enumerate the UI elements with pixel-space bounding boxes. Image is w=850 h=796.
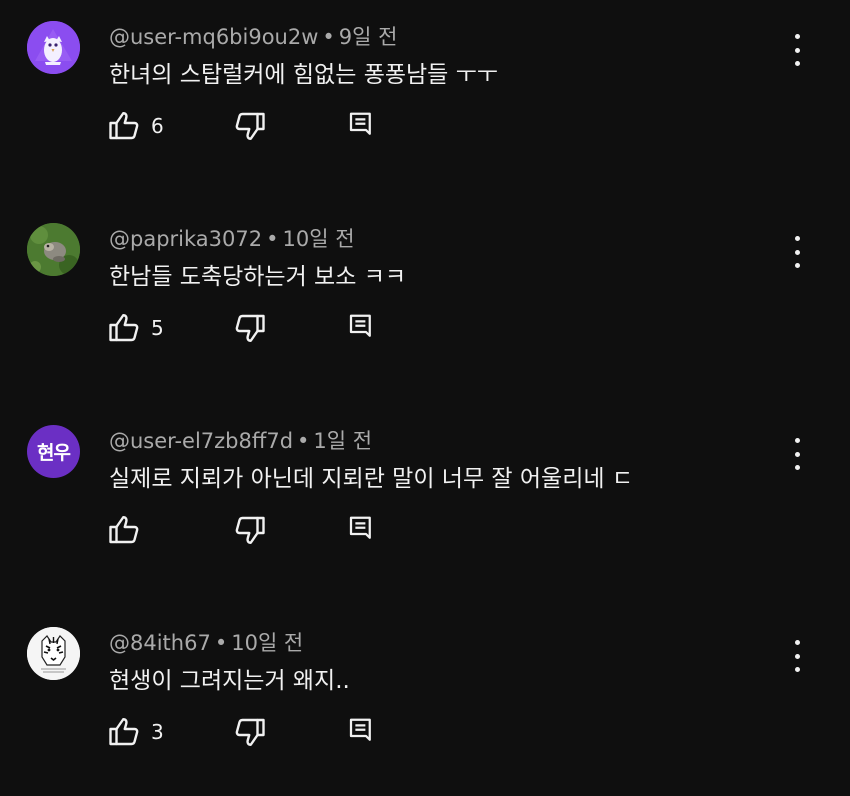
thumbs-up-icon [109,516,139,544]
thumbs-down-icon [235,516,265,544]
like-count: 5 [151,316,164,340]
initials-avatar[interactable]: 현우 [27,425,80,478]
dislike-button[interactable] [232,108,268,148]
thumbs-down-icon [235,112,265,140]
comment-icon [349,718,371,741]
comment-item: @paprika3072 • 10일 전 한남들 도축당하는거 보소 ㅋㅋ 5 [0,202,850,392]
comment-actions: 3 [106,714,406,750]
comment-meta: @user-mq6bi9ou2w • 9일 전 [109,24,397,50]
comment-icon [349,516,371,539]
dot-icon [794,438,800,443]
dislike-button[interactable] [232,512,268,552]
like-button[interactable]: 3 [106,714,164,750]
comment-text: 한남들 도축당하는거 보소 ㅋㅋ [109,264,407,290]
comment-author[interactable]: @user-mq6bi9ou2w [109,25,318,49]
dot-icon [794,34,800,39]
thumbs-up-icon [109,314,139,342]
comment-author[interactable]: @user-el7zb8ff7d [109,429,293,453]
comment-time[interactable]: 1일 전 [313,429,372,453]
comment-author[interactable]: @paprika3072 [109,227,262,251]
dot-icon [794,653,800,659]
comment-time[interactable]: 9일 전 [339,25,398,49]
dot-icon [794,667,800,672]
thumbs-down-icon [235,718,265,746]
tiger-avatar[interactable] [27,627,80,680]
comment-item: @user-mq6bi9ou2w • 9일 전 한녀의 스탑럴커에 힘없는 퐁퐁남들… [0,0,850,190]
comment-icon [349,314,371,337]
comment-time[interactable]: 10일 전 [231,631,303,655]
dislike-button[interactable] [232,310,268,350]
comment-meta: @84ith67 • 10일 전 [109,630,303,656]
more-options-button[interactable] [783,640,811,672]
like-button[interactable]: 6 [106,108,164,144]
comment-meta: @paprika3072 • 10일 전 [109,226,355,252]
comment-actions [106,512,406,548]
dot-icon [794,640,800,645]
dot-icon [794,236,800,241]
more-options-button[interactable] [783,34,811,66]
comment-time[interactable]: 10일 전 [283,227,355,251]
comment-actions: 6 [106,108,406,144]
meta-separator: • [322,25,335,49]
dot-icon [794,451,800,457]
like-count: 3 [151,720,164,744]
animal-photo-avatar[interactable] [27,223,80,276]
reply-button[interactable] [346,312,376,346]
like-count: 6 [151,114,164,138]
comment-actions: 5 [106,310,406,346]
reply-button[interactable] [346,716,376,750]
comment-text: 한녀의 스탑럴커에 힘없는 퐁퐁남들 ㅜㅜ [109,62,498,88]
comment-item: @84ith67 • 10일 전 현생이 그려지는거 왜지.. 3 [0,606,850,796]
comment-icon [349,112,371,135]
reply-button[interactable] [346,110,376,144]
dot-icon [794,263,800,268]
reply-button[interactable] [346,514,376,548]
meta-separator: • [297,429,310,453]
meta-separator: • [266,227,279,251]
comment-text: 실제로 지뢰가 아닌데 지뢰란 말이 너무 잘 어울리네 ㄷ [109,466,634,492]
dot-icon [794,61,800,66]
comment-item: 현우 @user-el7zb8ff7d • 1일 전 실제로 지뢰가 아닌데 지뢰란… [0,404,850,594]
more-options-button[interactable] [783,438,811,470]
thumbs-up-icon [109,112,139,140]
like-button[interactable]: 5 [106,310,164,346]
avatar-initials: 현우 [37,442,71,464]
thumbs-down-icon [235,314,265,342]
more-options-button[interactable] [783,236,811,268]
dot-icon [794,47,800,53]
thumbs-up-icon [109,718,139,746]
comment-text: 현생이 그려지는거 왜지.. [109,668,350,694]
like-button[interactable] [106,512,151,548]
comment-meta: @user-el7zb8ff7d • 1일 전 [109,428,372,454]
comment-author[interactable]: @84ith67 [109,631,211,655]
dot-icon [794,465,800,470]
dislike-button[interactable] [232,714,268,754]
meta-separator: • [214,631,228,655]
dot-icon [794,249,800,255]
owl-avatar[interactable] [27,21,80,74]
